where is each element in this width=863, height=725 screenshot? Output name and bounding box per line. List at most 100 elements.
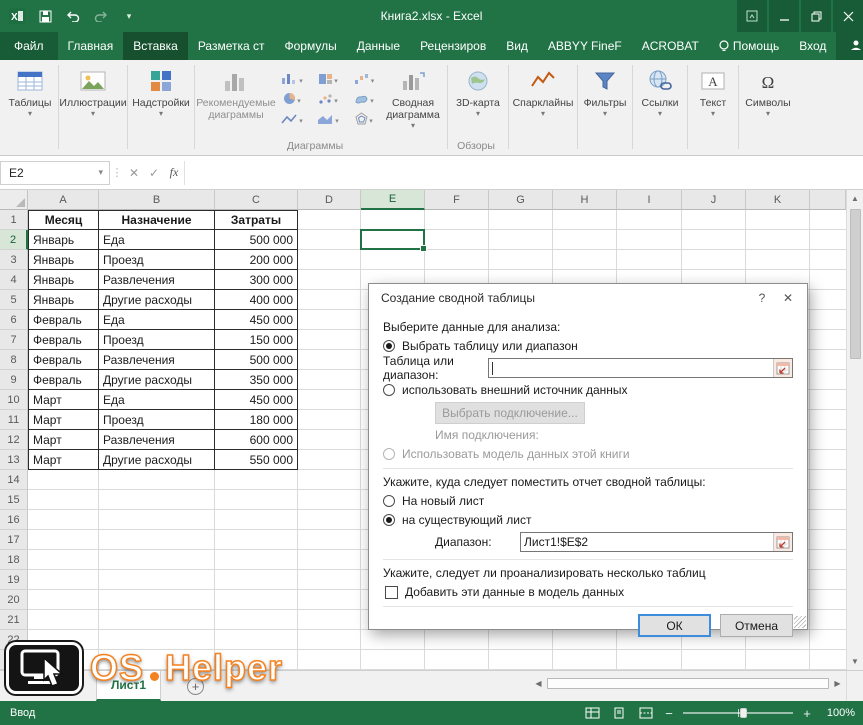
cell-K23[interactable] <box>746 650 810 670</box>
sheet-tab-list1[interactable]: Лист1 <box>96 671 161 701</box>
cell-A14[interactable] <box>28 470 99 490</box>
tab-formulas[interactable]: Формулы <box>275 32 347 60</box>
cell-F3[interactable] <box>425 250 489 270</box>
cell-B9[interactable]: Другие расходы <box>99 370 215 390</box>
minimize-icon[interactable] <box>769 0 799 32</box>
page-layout-view-icon[interactable] <box>610 705 628 721</box>
cell-D19[interactable] <box>298 570 361 590</box>
radio-new-sheet[interactable] <box>383 495 395 507</box>
sparklines-button[interactable]: Спарклайны <box>511 63 575 141</box>
cell-D16[interactable] <box>298 510 361 530</box>
treemap-chart-button[interactable] <box>311 69 345 88</box>
cell-G23[interactable] <box>489 650 553 670</box>
cell-A15[interactable] <box>28 490 99 510</box>
cell-K3[interactable] <box>746 250 810 270</box>
zoom-out-icon[interactable]: − <box>664 706 674 721</box>
range-input[interactable]: Лист1!$E$2 <box>520 532 793 552</box>
cell-B14[interactable] <box>99 470 215 490</box>
cell-A22[interactable] <box>28 630 99 650</box>
cell-G1[interactable] <box>489 210 553 230</box>
cell-C15[interactable] <box>215 490 298 510</box>
zoom-slider[interactable] <box>683 707 793 719</box>
cell-B13[interactable]: Другие расходы <box>99 450 215 470</box>
row-header-19[interactable]: 19 <box>0 570 28 590</box>
row-header-12[interactable]: 12 <box>0 430 28 450</box>
cell-C6[interactable]: 450 000 <box>215 310 298 330</box>
cell-B16[interactable] <box>99 510 215 530</box>
cell-A8[interactable]: Февраль <box>28 350 99 370</box>
column-header-I[interactable]: I <box>617 190 682 210</box>
cell-B7[interactable]: Проезд <box>99 330 215 350</box>
cell-B23[interactable] <box>99 650 215 670</box>
column-header-H[interactable]: H <box>553 190 617 210</box>
cell-B10[interactable]: Еда <box>99 390 215 410</box>
map-chart-button[interactable] <box>347 89 381 108</box>
cell-A16[interactable] <box>28 510 99 530</box>
undo-icon[interactable] <box>64 7 82 25</box>
cell-A18[interactable] <box>28 550 99 570</box>
cell-D17[interactable] <box>298 530 361 550</box>
map3d-button[interactable]: 3D-карта <box>450 63 506 141</box>
zoom-in-icon[interactable]: + <box>802 706 812 721</box>
cell-F1[interactable] <box>425 210 489 230</box>
tab-page-layout[interactable]: Разметка ст <box>188 32 275 60</box>
row-header-8[interactable]: 8 <box>0 350 28 370</box>
name-box[interactable]: E2 <box>0 161 110 185</box>
column-header-J[interactable]: J <box>682 190 746 210</box>
cell-J2[interactable] <box>682 230 746 250</box>
cell-A9[interactable]: Февраль <box>28 370 99 390</box>
tab-acrobat[interactable]: ACROBAT <box>632 32 709 60</box>
column-header-D[interactable]: D <box>298 190 361 210</box>
cell-C14[interactable] <box>215 470 298 490</box>
cell-D13[interactable] <box>298 450 361 470</box>
cell-H1[interactable] <box>553 210 617 230</box>
cell-B6[interactable]: Еда <box>99 310 215 330</box>
cell-C9[interactable]: 350 000 <box>215 370 298 390</box>
cell-D1[interactable] <box>298 210 361 230</box>
cell-K2[interactable] <box>746 230 810 250</box>
cell-B5[interactable]: Другие расходы <box>99 290 215 310</box>
column-header-C[interactable]: C <box>215 190 298 210</box>
area-chart-button[interactable] <box>311 109 345 128</box>
waterfall-chart-button[interactable] <box>347 69 381 88</box>
cell-D11[interactable] <box>298 410 361 430</box>
cell-I2[interactable] <box>617 230 682 250</box>
normal-view-icon[interactable] <box>583 705 601 721</box>
cell-B18[interactable] <box>99 550 215 570</box>
cell-E1[interactable] <box>361 210 425 230</box>
radio-existing-sheet[interactable] <box>383 514 395 526</box>
cell-D15[interactable] <box>298 490 361 510</box>
cell-B21[interactable] <box>99 610 215 630</box>
cell-E3[interactable] <box>361 250 425 270</box>
cancel-entry-icon[interactable]: ✕ <box>124 166 144 180</box>
cell-C18[interactable] <box>215 550 298 570</box>
cell-A11[interactable]: Март <box>28 410 99 430</box>
zoom-slider-knob[interactable] <box>740 708 747 718</box>
row-header-3[interactable]: 3 <box>0 250 28 270</box>
cell-A5[interactable]: Январь <box>28 290 99 310</box>
cell-B17[interactable] <box>99 530 215 550</box>
tab-file[interactable]: Файл <box>0 32 58 60</box>
radar-chart-button[interactable] <box>347 109 381 128</box>
column-header-F[interactable]: F <box>425 190 489 210</box>
ok-button[interactable]: ОК <box>638 614 711 637</box>
cell-C13[interactable]: 550 000 <box>215 450 298 470</box>
scroll-right-icon[interactable]: ▶ <box>829 675 846 692</box>
row-header-4[interactable]: 4 <box>0 270 28 290</box>
scroll-down-icon[interactable]: ▼ <box>847 653 863 670</box>
cell-E2[interactable] <box>361 230 425 250</box>
tab-help[interactable]: Помощь <box>709 32 789 60</box>
cell-J3[interactable] <box>682 250 746 270</box>
cell-B15[interactable] <box>99 490 215 510</box>
scroll-left-icon[interactable]: ◀ <box>530 675 547 692</box>
row-header-9[interactable]: 9 <box>0 370 28 390</box>
add-to-data-model-checkbox[interactable] <box>385 586 398 599</box>
cell-D7[interactable] <box>298 330 361 350</box>
cell-I23[interactable] <box>617 650 682 670</box>
row-header-17[interactable]: 17 <box>0 530 28 550</box>
cell-B11[interactable]: Проезд <box>99 410 215 430</box>
cell-A13[interactable]: Март <box>28 450 99 470</box>
cell-A20[interactable] <box>28 590 99 610</box>
cell-H23[interactable] <box>553 650 617 670</box>
column-header-K[interactable]: K <box>746 190 810 210</box>
